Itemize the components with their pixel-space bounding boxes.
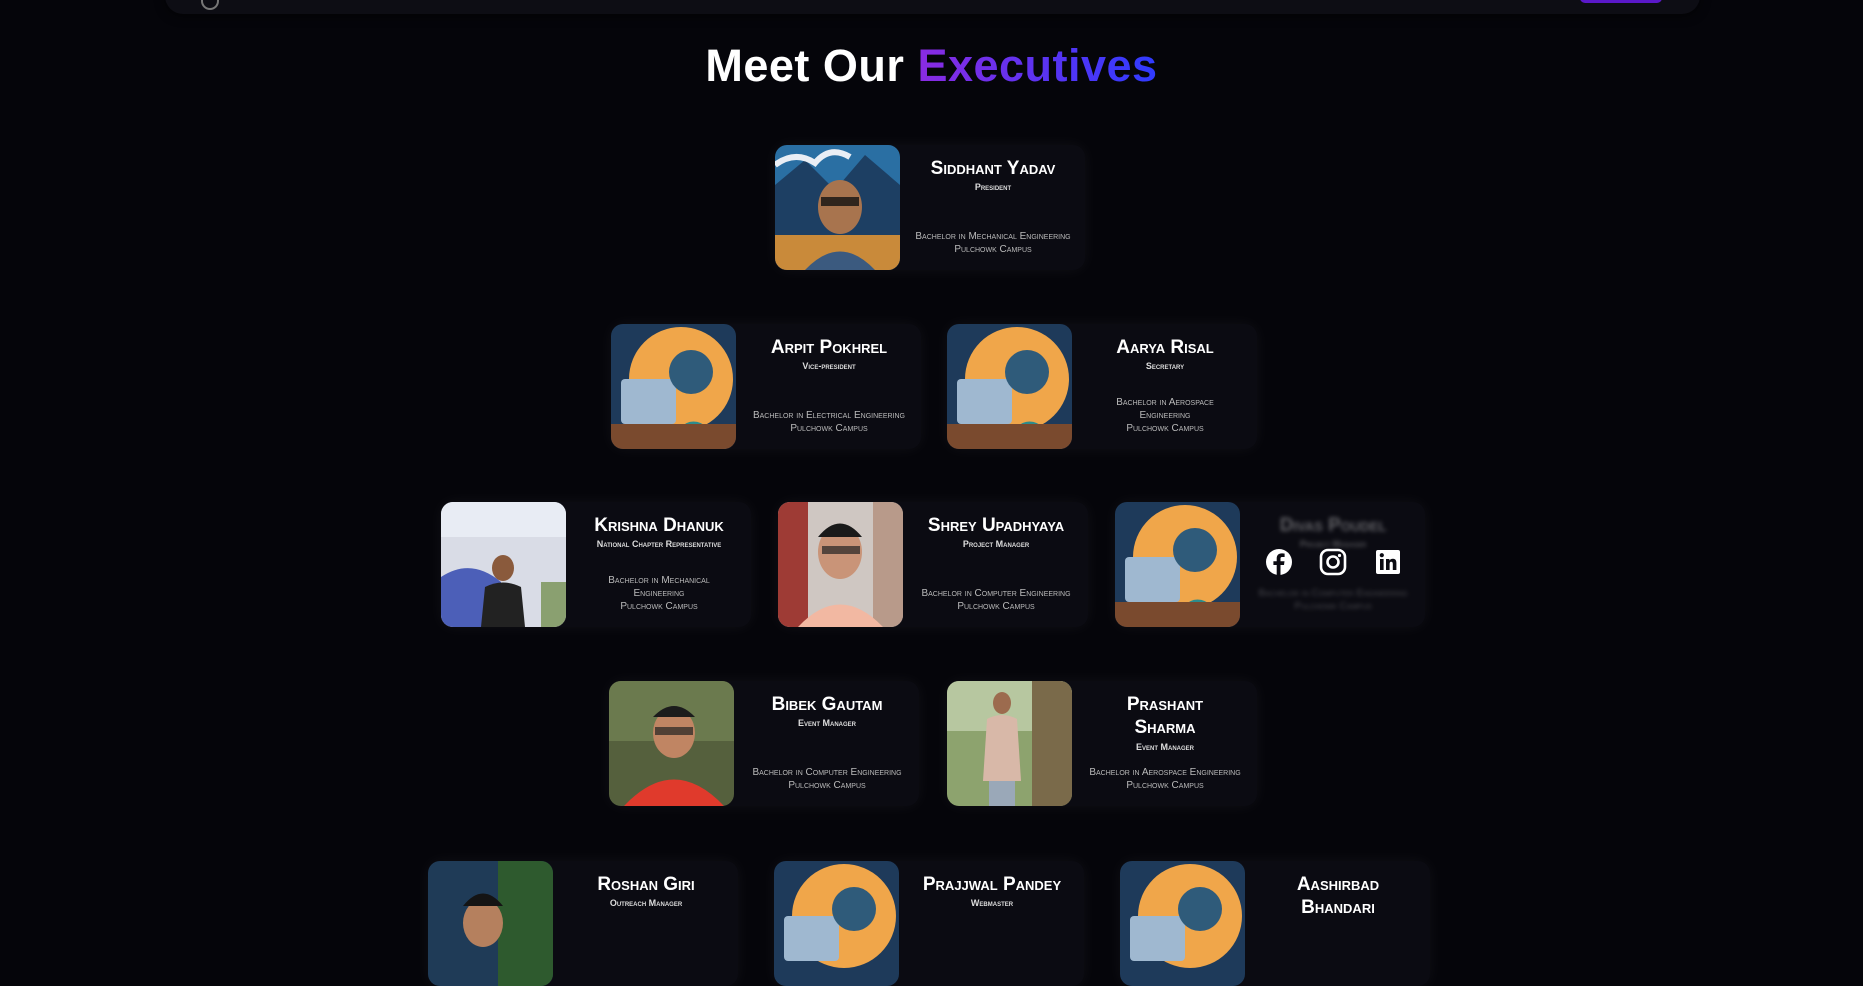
member-campus: Pulchowk Campus — [620, 601, 698, 612]
member-photo — [775, 145, 900, 270]
member-degree: Bachelor in Computer Engineering — [921, 588, 1071, 599]
member-card[interactable]: Shrey Upadhyaya Project Manager Bachelor… — [778, 502, 1088, 627]
member-degree: Bachelor in Aerospace Engineering — [1089, 767, 1241, 778]
member-campus: Pulchowk Campus — [957, 601, 1035, 612]
logo-icon[interactable] — [201, 0, 219, 10]
member-role: Webmaster — [970, 898, 1014, 908]
member-role: Outreach Manager — [609, 898, 683, 908]
title-highlight: Executives — [917, 40, 1158, 91]
member-name: Prashant Sharma — [1126, 694, 1204, 738]
member-degree: Bachelor in Mechanical Engineering — [915, 231, 1071, 242]
member-card[interactable]: Krishna Dhanuk National Chapter Represen… — [441, 502, 751, 627]
instagram-icon[interactable] — [1319, 548, 1347, 576]
member-card[interactable]: Siddhant Yadav President Bachelor in Mec… — [775, 145, 1085, 270]
social-links — [1252, 548, 1415, 576]
navbar — [165, 0, 1700, 14]
member-campus: Pulchowk Campus — [1126, 780, 1204, 791]
member-card[interactable]: Arpit Pokhrel Vice-president Bachelor in… — [611, 324, 921, 449]
member-role: Event Manager — [1135, 742, 1194, 752]
member-campus: Pulchowk Campus — [1294, 601, 1372, 612]
linkedin-icon[interactable] — [1374, 548, 1402, 576]
member-name: Prajjwal Pandey — [922, 874, 1062, 895]
member-photo — [609, 681, 734, 806]
member-name: Krishna Dhanuk — [594, 515, 724, 536]
member-photo — [1120, 861, 1245, 986]
member-name: Shrey Upadhyaya — [927, 515, 1065, 536]
member-campus: Pulchowk Campus — [1126, 423, 1204, 434]
member-photo — [611, 324, 736, 449]
facebook-icon[interactable] — [1265, 548, 1293, 576]
member-role: President — [974, 182, 1012, 192]
member-degree: Bachelor in Aerospace Engineering — [1116, 397, 1214, 421]
member-name: Bibek Gautam — [771, 694, 883, 715]
member-role: Event Manager — [797, 718, 856, 728]
member-card[interactable]: Prajjwal Pandey Webmaster — [774, 861, 1084, 986]
member-card[interactable]: Prashant Sharma Event Manager Bachelor i… — [947, 681, 1257, 806]
member-campus: Pulchowk Campus — [788, 780, 866, 791]
member-photo — [1115, 502, 1240, 627]
member-role: Vice-president — [802, 361, 856, 371]
member-degree: Bachelor in Computer Engineering — [1258, 588, 1408, 599]
nav-button[interactable] — [1580, 0, 1662, 3]
member-photo — [947, 681, 1072, 806]
member-name: Aarya Risal — [1116, 337, 1214, 358]
member-degree: Bachelor in Mechanical Engineering — [608, 575, 710, 599]
member-role: Secretary — [1145, 361, 1185, 371]
member-role: Project Manager — [962, 539, 1030, 549]
member-campus: Pulchowk Campus — [790, 423, 868, 434]
member-card[interactable]: Bibek Gautam Event Manager Bachelor in C… — [609, 681, 919, 806]
member-role: National Chapter Representative — [596, 539, 722, 549]
member-degree: Bachelor in Computer Engineering — [752, 767, 902, 778]
member-photo — [947, 324, 1072, 449]
page-title: Meet Our Executives — [0, 40, 1863, 92]
member-photo — [778, 502, 903, 627]
member-photo — [428, 861, 553, 986]
member-name: Arpit Pokhrel — [770, 337, 888, 358]
member-card[interactable]: Roshan Giri Outreach Manager — [428, 861, 738, 986]
member-degree: Bachelor in Electrical Engineering — [752, 410, 906, 421]
member-photo — [441, 502, 566, 627]
member-name: Siddhant Yadav — [930, 158, 1056, 179]
member-name: Roshan Giri — [597, 874, 695, 895]
title-part-1: Meet Our — [705, 40, 918, 91]
member-name: Divas Poudel — [1279, 515, 1387, 536]
member-campus: Pulchowk Campus — [954, 244, 1032, 255]
member-card[interactable]: Aashirbad Bhandari — [1120, 861, 1430, 986]
member-name: Aashirbad Bhandari — [1296, 874, 1380, 918]
member-photo — [774, 861, 899, 986]
member-card-hovered[interactable]: Divas Poudel Project Manager Bachelor in… — [1115, 502, 1425, 627]
member-card[interactable]: Aarya Risal Secretary Bachelor in Aerosp… — [947, 324, 1257, 449]
